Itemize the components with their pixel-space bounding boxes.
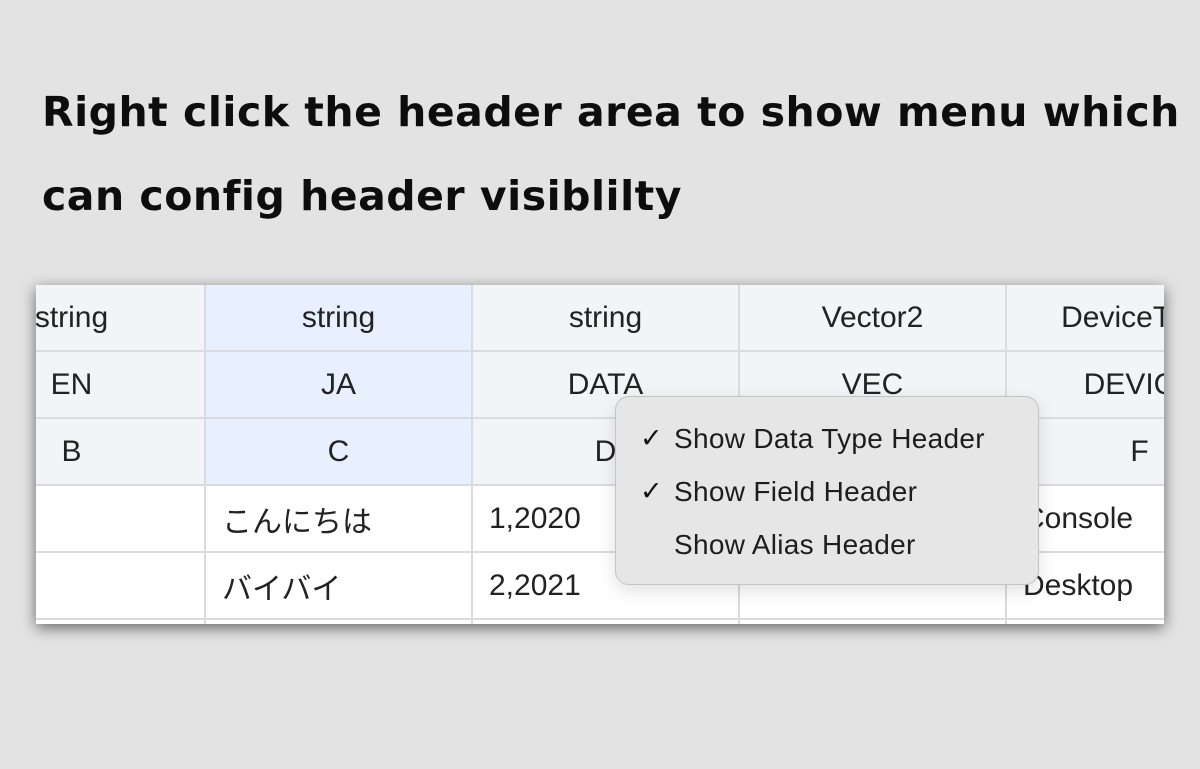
menu-item-label: Show Field Header: [674, 475, 918, 507]
instruction-caption: Right click the header area to show menu…: [42, 70, 1182, 238]
type-header-cell[interactable]: string: [36, 285, 206, 352]
table-cell[interactable]: バイバイ: [206, 553, 473, 620]
table-cell[interactable]: [206, 620, 473, 624]
table-cell[interactable]: [36, 486, 206, 553]
column-letter-cell[interactable]: C: [206, 419, 473, 486]
checkmark-icon: ✓: [640, 423, 663, 453]
table-cell[interactable]: [1007, 620, 1164, 624]
table-cell[interactable]: [36, 620, 206, 624]
column-letter-cell[interactable]: B: [36, 419, 206, 486]
type-header-cell[interactable]: Vector2: [740, 285, 1007, 352]
table-cell[interactable]: こんにちは: [206, 486, 473, 553]
type-header-cell[interactable]: DeviceType: [1007, 285, 1164, 352]
checkmark-icon: ✓: [640, 476, 663, 506]
type-header-cell[interactable]: string: [206, 285, 473, 352]
caption-line-1: Right click the header area to show menu…: [42, 88, 1180, 136]
menu-item-show-field-header[interactable]: ✓ Show Field Header: [616, 465, 1038, 518]
data-type-header-row[interactable]: string string string Vector2 DeviceType: [36, 285, 1164, 352]
table-cell[interactable]: [473, 620, 740, 624]
menu-item-label: Show Alias Header: [674, 528, 916, 560]
header-visibility-context-menu: ✓ Show Data Type Header ✓ Show Field Hea…: [615, 396, 1039, 585]
table-cell[interactable]: [740, 620, 1007, 624]
menu-item-show-data-type-header[interactable]: ✓ Show Data Type Header: [616, 412, 1038, 465]
table-cell[interactable]: [36, 553, 206, 620]
caption-line-2: can config header visiblilty: [42, 172, 682, 220]
table-row-partial: [36, 620, 1164, 624]
alias-header-cell[interactable]: JA: [206, 352, 473, 419]
menu-item-show-alias-header[interactable]: Show Alias Header: [616, 518, 1038, 571]
alias-header-cell[interactable]: EN: [36, 352, 206, 419]
menu-item-label: Show Data Type Header: [674, 422, 985, 454]
type-header-cell[interactable]: string: [473, 285, 740, 352]
